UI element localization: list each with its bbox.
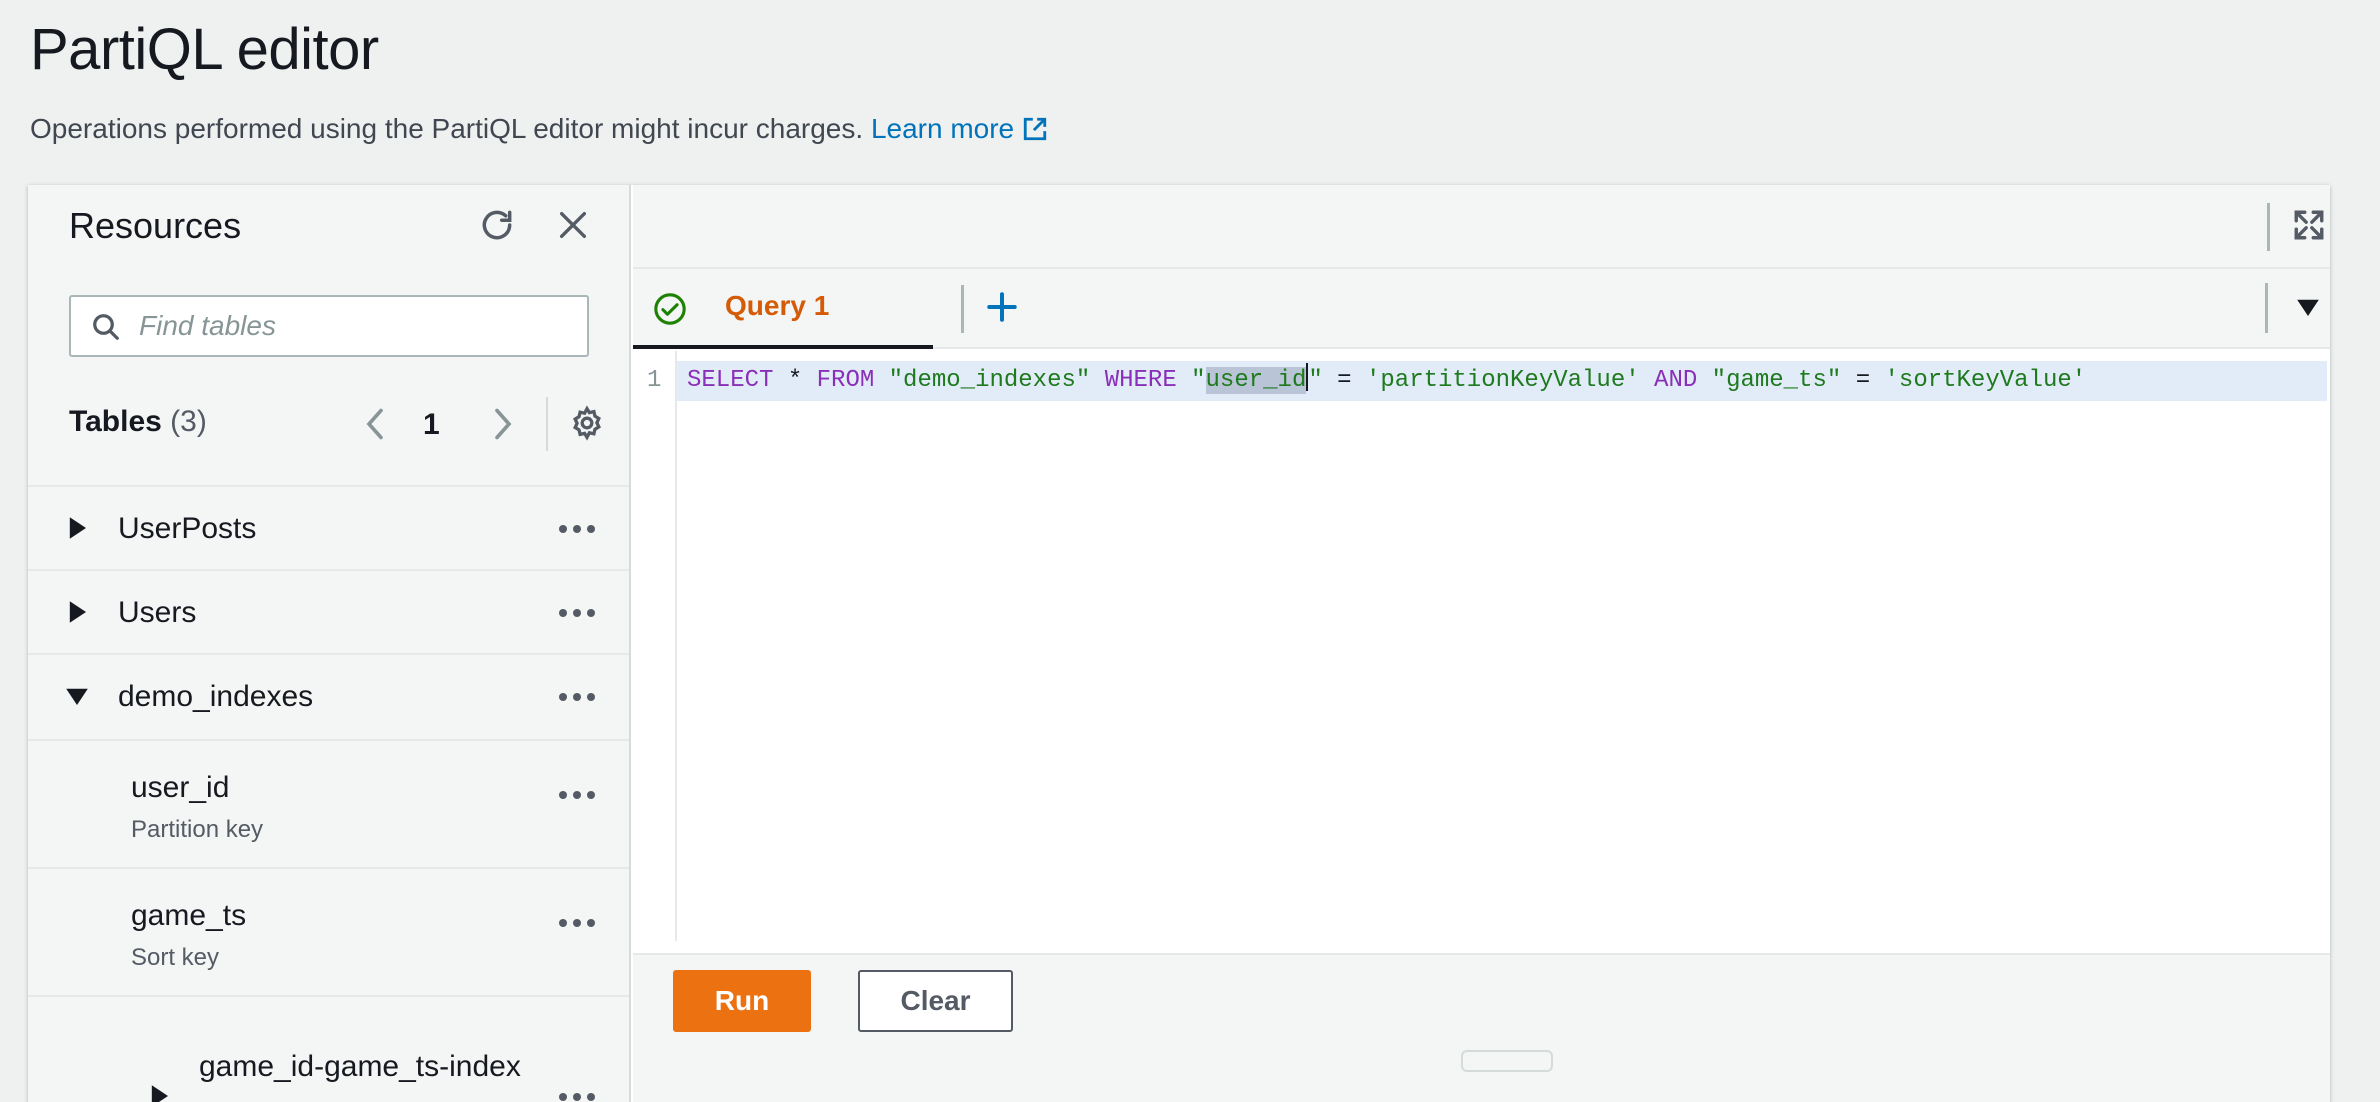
tab-menu-button[interactable] (2288, 289, 2328, 329)
line-number: 1 (647, 367, 662, 394)
line-gutter: 1 (633, 351, 677, 941)
clear-button[interactable]: Clear (858, 970, 1013, 1032)
table-label[interactable]: UserPosts (118, 512, 256, 546)
learn-more-text[interactable]: Learn more (871, 113, 1014, 144)
check-circle-icon (653, 292, 687, 331)
page-subtitle: Operations performed using the PartiQL e… (30, 113, 1048, 149)
code-token: " (1191, 367, 1206, 394)
caret-down-icon[interactable] (66, 687, 88, 710)
previous-page-button[interactable] (355, 404, 395, 448)
code-token: WHERE (1104, 367, 1177, 394)
code-token: * (773, 367, 817, 394)
table-row-userposts[interactable]: UserPosts (28, 485, 629, 569)
editor-panel: Query 1 1 SELECT * FROM "demo_indexes" W… (633, 185, 2330, 1102)
code-token: = (1322, 367, 1366, 394)
more-icon[interactable] (555, 913, 599, 933)
code-token: FROM (816, 367, 875, 394)
code-token: 'partitionKeyValue' (1365, 367, 1640, 394)
code-token: SELECT (687, 367, 774, 394)
refresh-button[interactable] (475, 205, 519, 249)
find-tables-input[interactable] (139, 305, 569, 347)
code-token: = (1841, 367, 1885, 394)
tables-count: (3) (170, 405, 207, 438)
settings-button[interactable] (565, 403, 609, 447)
editor-action-bar: Run Clear (633, 953, 2330, 1102)
index-row-game-id-game-ts-index[interactable]: game_id-game_ts-index (28, 995, 629, 1102)
attribute-label: game_ts (131, 899, 247, 932)
code-line[interactable]: SELECT * FROM "demo_indexes" WHERE "user… (677, 361, 2327, 401)
close-button[interactable] (551, 205, 595, 249)
more-icon[interactable] (555, 785, 599, 805)
code-token: 'sortKeyValue' (1884, 367, 2087, 394)
pager-divider (546, 397, 548, 451)
attribute-key-type: Sort key (131, 944, 220, 971)
attribute-row-user-id[interactable]: user_id Partition key (28, 739, 629, 867)
fullscreen-icon (2292, 208, 2326, 247)
table-row-demo-indexes[interactable]: demo_indexes (28, 653, 629, 739)
caret-right-icon[interactable] (68, 601, 86, 628)
caret-down-icon (2297, 298, 2319, 321)
attribute-key-type: Partition key (131, 816, 264, 843)
search-icon (91, 312, 121, 347)
tab-divider (961, 285, 964, 333)
code-editor[interactable]: 1 SELECT * FROM "demo_indexes" WHERE "us… (633, 351, 2330, 941)
more-icon[interactable] (555, 687, 599, 707)
table-row-users[interactable]: Users (28, 569, 629, 653)
more-icon[interactable] (555, 1087, 599, 1102)
editor-top-bar (633, 185, 2330, 269)
caret-right-icon[interactable] (150, 1085, 168, 1102)
tab-label[interactable]: Query 1 (725, 290, 829, 322)
code-token: AND (1654, 367, 1698, 394)
refresh-icon (478, 206, 516, 249)
page-number[interactable]: 1 (423, 408, 440, 442)
table-label[interactable]: demo_indexes (118, 680, 313, 714)
table-label[interactable]: Users (118, 596, 196, 630)
external-link-icon[interactable] (1022, 116, 1048, 149)
page-title: PartiQL editor (30, 17, 379, 82)
attribute-row-game-ts[interactable]: game_ts Sort key (28, 867, 629, 995)
query-tab-bar: Query 1 (633, 269, 2330, 349)
attribute-label: user_id (131, 771, 230, 804)
find-tables-search[interactable] (69, 295, 589, 357)
next-page-button[interactable] (483, 404, 523, 448)
resize-handle[interactable] (1461, 1050, 1553, 1072)
resources-panel: Resources Tables (3) 1 UserPosts (28, 185, 631, 1102)
gear-icon (569, 404, 605, 446)
more-icon[interactable] (555, 603, 599, 623)
top-bar-divider (2267, 203, 2270, 251)
code-token: " (1308, 367, 1323, 394)
code-token: "game_ts" (1711, 367, 1842, 394)
tab-menu-divider (2265, 283, 2268, 333)
add-query-tab-button[interactable] (980, 287, 1024, 331)
fullscreen-button[interactable] (2285, 203, 2333, 251)
tables-label: Tables (69, 405, 162, 438)
caret-right-icon[interactable] (68, 517, 86, 544)
selected-code-token: user_id (1205, 367, 1307, 394)
code-token: "demo_indexes" (888, 367, 1091, 394)
index-label[interactable]: game_id-game_ts-index (199, 1050, 521, 1084)
learn-more-link[interactable]: Learn more (871, 113, 1048, 144)
close-icon (556, 208, 590, 247)
chevron-left-icon (362, 406, 388, 447)
tab-query-1[interactable]: Query 1 (633, 269, 933, 349)
plus-icon (985, 290, 1019, 329)
tables-header: Tables (3) (69, 405, 207, 439)
resources-title: Resources (69, 205, 242, 246)
run-button[interactable]: Run (673, 970, 811, 1032)
more-icon[interactable] (555, 519, 599, 539)
partiql-editor-frame: Resources Tables (3) 1 UserPosts (28, 185, 2330, 1102)
subtitle-text: Operations performed using the PartiQL e… (30, 113, 864, 144)
chevron-right-icon (490, 406, 516, 447)
